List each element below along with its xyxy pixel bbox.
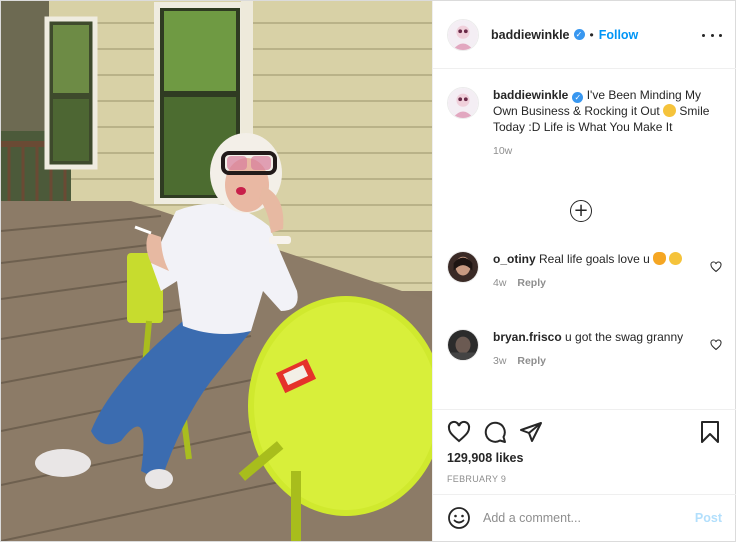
comment-time[interactable]: 4w (493, 277, 506, 289)
verified-badge-icon: ✓ (573, 29, 585, 40)
comment-text-block: o_otiny Real life goals love u (493, 251, 722, 267)
plus-icon: + (573, 200, 589, 221)
more-horizontal-icon[interactable] (702, 27, 722, 43)
comments-list[interactable]: baddiewinkle ✓ I've Been Minding My Own B… (433, 69, 736, 409)
avatar-image (448, 330, 478, 360)
comment-username[interactable]: o_otiny (493, 252, 536, 266)
caption-time[interactable]: 10w (493, 145, 512, 157)
header-separator: • (589, 27, 594, 42)
commenter-avatar[interactable] (447, 329, 479, 361)
heart-eyes-emoji-icon (669, 252, 683, 265)
post-side-panel: baddiewinkle ✓ • Follow baddiewinkle ✓ I… (432, 1, 736, 541)
caption: baddiewinkle ✓ I've Been Minding My Own B… (447, 87, 722, 157)
comment-text: Real life goals love u (539, 252, 650, 266)
avatar-image (448, 88, 478, 118)
reply-button[interactable]: Reply (517, 277, 546, 289)
comment-like-heart-icon[interactable] (710, 339, 722, 351)
post-date[interactable]: FEBRUARY 9 (447, 474, 506, 484)
comment-item: bryan.frisco u got the swag granny 3w Re… (447, 329, 722, 367)
emoji-picker-icon[interactable] (447, 506, 471, 530)
fire-emoji-icon (653, 252, 667, 265)
follow-button[interactable]: Follow (599, 28, 639, 42)
comment-username[interactable]: bryan.frisco (493, 330, 562, 344)
caption-meta: 10w (493, 145, 722, 157)
author-avatar[interactable] (447, 18, 479, 51)
photo-illustration (1, 1, 432, 541)
more-dot (710, 33, 714, 37)
comment-icon[interactable] (483, 420, 507, 444)
verified-badge-icon: ✓ (572, 92, 584, 103)
commenter-avatar[interactable] (447, 251, 479, 283)
yum-face-emoji-icon (663, 104, 677, 117)
instagram-post: baddiewinkle ✓ • Follow baddiewinkle ✓ I… (0, 0, 736, 542)
heart-icon[interactable] (447, 420, 471, 444)
comment-text: u got the swag granny (565, 330, 684, 344)
caption-avatar[interactable] (447, 87, 479, 119)
likes-count[interactable]: 129,908 likes (447, 451, 523, 465)
comment-time[interactable]: 3w (493, 355, 506, 367)
caption-text-block: baddiewinkle ✓ I've Been Minding My Own B… (493, 87, 722, 135)
comment-meta: 4w Reply (493, 277, 722, 289)
post-comment-button[interactable]: Post (695, 511, 722, 525)
post-photo[interactable] (1, 1, 432, 541)
comment-item: o_otiny Real life goals love u 4w Reply (447, 251, 722, 289)
comment-like-heart-icon[interactable] (710, 261, 722, 273)
caption-username[interactable]: baddiewinkle (493, 88, 568, 102)
post-header: baddiewinkle ✓ • Follow (433, 1, 736, 69)
save-icon[interactable] (698, 420, 722, 444)
add-comment-bar: Post (433, 494, 736, 541)
load-more-comments-button[interactable]: + (570, 200, 592, 222)
reply-button[interactable]: Reply (517, 355, 546, 367)
comment-meta: 3w Reply (493, 355, 722, 367)
more-dot (702, 33, 705, 37)
more-dot (719, 33, 722, 37)
author-username[interactable]: baddiewinkle (491, 28, 570, 42)
comment-text-block: bryan.frisco u got the swag granny (493, 329, 722, 345)
comment-input[interactable] (483, 511, 695, 525)
action-icon-row (447, 420, 722, 446)
post-actions: 129,908 likes FEBRUARY 9 (433, 409, 736, 494)
avatar-image (448, 19, 478, 50)
share-icon[interactable] (519, 420, 543, 444)
avatar-image (448, 252, 478, 282)
